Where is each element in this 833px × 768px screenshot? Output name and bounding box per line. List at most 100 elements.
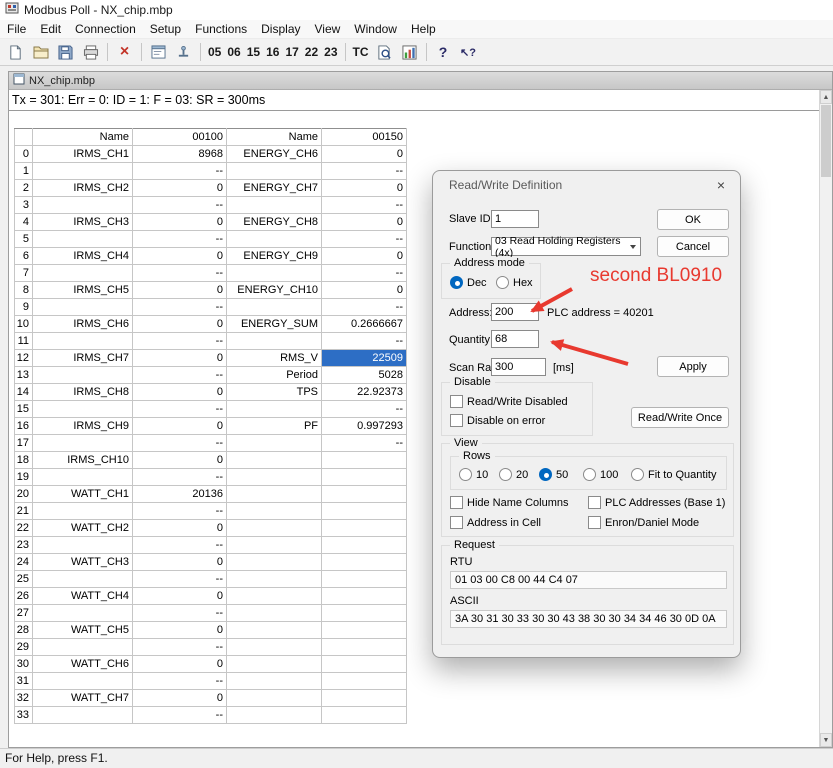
value-cell[interactable]: 5028 xyxy=(322,367,407,384)
value-cell[interactable]: 0 xyxy=(133,316,227,333)
context-help-icon[interactable]: ↖? xyxy=(457,41,480,63)
value-cell[interactable] xyxy=(322,673,407,690)
name-cell[interactable]: ENERGY_SUM xyxy=(227,316,322,333)
value-cell[interactable]: -- xyxy=(322,197,407,214)
name-cell[interactable] xyxy=(227,690,322,707)
communication-icon[interactable] xyxy=(172,41,195,63)
toolbar-tc-button[interactable]: TC xyxy=(351,42,371,62)
value-cell[interactable] xyxy=(322,588,407,605)
name-cell[interactable] xyxy=(227,588,322,605)
name-cell[interactable]: WATT_CH5 xyxy=(33,622,133,639)
name-cell[interactable]: IRMS_CH1 xyxy=(33,146,133,163)
name-cell[interactable] xyxy=(33,605,133,622)
name-cell[interactable] xyxy=(227,452,322,469)
toolbar-function-23[interactable]: 23 xyxy=(322,42,339,62)
radio-label[interactable]: 10 xyxy=(476,469,488,481)
radio-dot[interactable] xyxy=(631,468,644,481)
radio-rows-100[interactable]: 100 xyxy=(583,468,618,481)
checkbox-box[interactable] xyxy=(588,496,601,509)
name-cell[interactable] xyxy=(227,571,322,588)
name-cell[interactable] xyxy=(33,435,133,452)
value-cell[interactable] xyxy=(322,571,407,588)
name-cell[interactable] xyxy=(227,503,322,520)
name-cell[interactable] xyxy=(33,367,133,384)
toolbar-function-16[interactable]: 16 xyxy=(264,42,281,62)
menu-help[interactable]: Help xyxy=(404,20,443,38)
value-cell[interactable] xyxy=(322,622,407,639)
value-cell[interactable] xyxy=(322,656,407,673)
value-cell[interactable]: -- xyxy=(133,707,227,724)
menu-setup[interactable]: Setup xyxy=(143,20,188,38)
value-cell[interactable]: 0 xyxy=(133,520,227,537)
value-cell[interactable]: -- xyxy=(322,231,407,248)
value-cell[interactable]: -- xyxy=(133,605,227,622)
name-cell[interactable] xyxy=(227,299,322,316)
radio-dec-label[interactable]: Dec xyxy=(467,277,487,289)
hide-name-columns-checkbox[interactable]: Hide Name Columns xyxy=(450,496,568,509)
display-setup-icon[interactable] xyxy=(147,41,170,63)
menu-file[interactable]: File xyxy=(0,20,33,38)
name-cell[interactable]: IRMS_CH5 xyxy=(33,282,133,299)
name-cell[interactable]: ENERGY_CH9 xyxy=(227,248,322,265)
value-cell[interactable]: -- xyxy=(133,367,227,384)
value-cell[interactable]: 22.92373 xyxy=(322,384,407,401)
value-cell[interactable] xyxy=(322,554,407,571)
name-cell[interactable]: WATT_CH7 xyxy=(33,690,133,707)
name-cell[interactable]: ENERGY_CH7 xyxy=(227,180,322,197)
scroll-up-icon[interactable]: ▲ xyxy=(820,90,832,104)
address-in-cell-checkbox[interactable]: Address in Cell xyxy=(450,516,541,529)
value-cell[interactable]: 0 xyxy=(133,350,227,367)
menu-display[interactable]: Display xyxy=(254,20,307,38)
document-title-bar[interactable]: NX_chip.mbp xyxy=(9,72,832,90)
plc-addresses-checkbox[interactable]: PLC Addresses (Base 1) xyxy=(588,496,725,509)
checkbox-box[interactable] xyxy=(450,496,463,509)
name-cell[interactable] xyxy=(227,537,322,554)
name-cell[interactable] xyxy=(227,401,322,418)
radio-dot[interactable] xyxy=(539,468,552,481)
value-cell[interactable]: -- xyxy=(133,333,227,350)
name-cell[interactable] xyxy=(33,333,133,350)
value-cell[interactable]: 0 xyxy=(133,588,227,605)
name-cell[interactable]: IRMS_CH7 xyxy=(33,350,133,367)
value-cell[interactable]: 0 xyxy=(322,282,407,299)
value-cell[interactable]: 0 xyxy=(133,214,227,231)
menu-edit[interactable]: Edit xyxy=(33,20,68,38)
value-cell[interactable]: -- xyxy=(133,435,227,452)
value-cell[interactable] xyxy=(322,452,407,469)
value-cell[interactable]: -- xyxy=(133,197,227,214)
radio-label[interactable]: 50 xyxy=(556,469,568,481)
value-cell[interactable]: 0 xyxy=(322,146,407,163)
name-cell[interactable] xyxy=(33,401,133,418)
value-cell[interactable]: 20136 xyxy=(133,486,227,503)
checkbox-label[interactable]: Enron/Daniel Mode xyxy=(605,517,699,529)
value-cell[interactable]: 0 xyxy=(133,656,227,673)
radio-dec[interactable]: Dec xyxy=(450,276,487,289)
name-column-header[interactable]: Name xyxy=(227,129,322,146)
name-cell[interactable] xyxy=(33,469,133,486)
chart-icon[interactable] xyxy=(398,41,421,63)
radio-dot[interactable] xyxy=(499,468,512,481)
name-cell[interactable] xyxy=(33,537,133,554)
value-cell[interactable]: -- xyxy=(133,673,227,690)
name-cell[interactable] xyxy=(33,299,133,316)
radio-rows-50[interactable]: 50 xyxy=(539,468,568,481)
name-cell[interactable]: PF xyxy=(227,418,322,435)
value-cell[interactable]: -- xyxy=(133,231,227,248)
vertical-scrollbar[interactable]: ▲ ▼ xyxy=(819,90,832,747)
scan-rate-input[interactable] xyxy=(491,358,546,376)
name-cell[interactable] xyxy=(33,265,133,282)
checkbox-box[interactable] xyxy=(450,395,463,408)
name-cell[interactable]: WATT_CH6 xyxy=(33,656,133,673)
open-file-icon[interactable] xyxy=(29,41,52,63)
help-icon[interactable]: ? xyxy=(432,41,455,63)
value-cell[interactable]: 0 xyxy=(133,452,227,469)
name-cell[interactable]: IRMS_CH4 xyxy=(33,248,133,265)
toolbar-function-06[interactable]: 06 xyxy=(225,42,242,62)
toolbar-function-22[interactable]: 22 xyxy=(303,42,320,62)
name-cell[interactable] xyxy=(227,554,322,571)
value-cell[interactable] xyxy=(322,537,407,554)
name-cell[interactable] xyxy=(227,163,322,180)
name-cell[interactable]: WATT_CH4 xyxy=(33,588,133,605)
value-cell[interactable]: -- xyxy=(322,299,407,316)
name-cell[interactable] xyxy=(33,571,133,588)
